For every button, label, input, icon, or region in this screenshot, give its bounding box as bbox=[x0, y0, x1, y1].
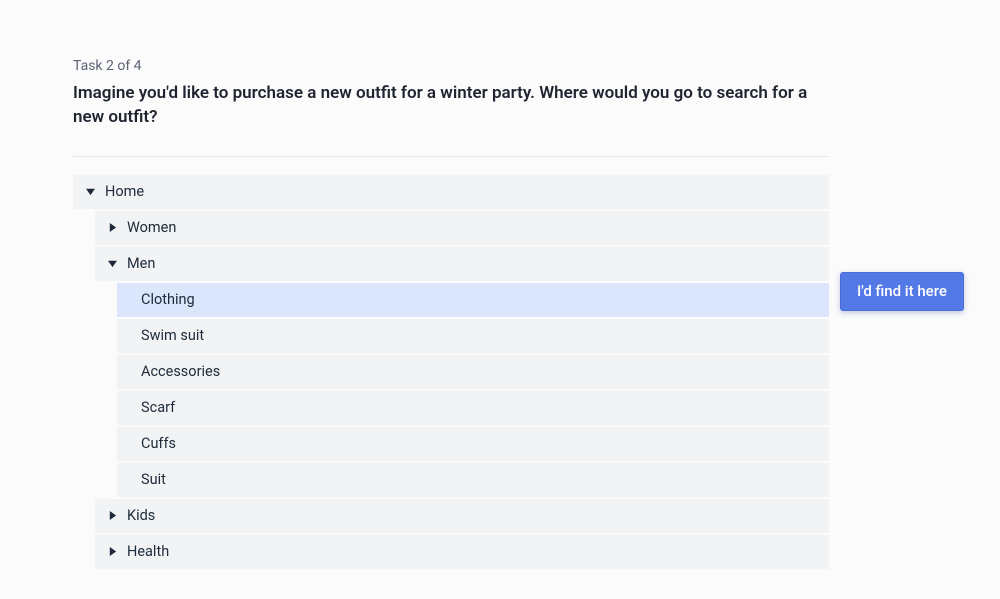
tree-item-scarf[interactable]: Scarf bbox=[117, 391, 829, 425]
tree-item-swimsuit[interactable]: Swim suit bbox=[117, 319, 829, 353]
tree-item-label: Men bbox=[127, 255, 155, 272]
find-it-here-button[interactable]: I'd find it here bbox=[840, 272, 964, 311]
tree-item-women[interactable]: Women bbox=[95, 211, 829, 245]
task-prompt: Imagine you'd like to purchase a new out… bbox=[73, 82, 829, 130]
caret-right-icon bbox=[105, 509, 119, 523]
tree-item-label: Kids bbox=[127, 507, 155, 524]
caret-down-icon bbox=[83, 185, 97, 199]
tree-item-label: Scarf bbox=[141, 399, 175, 416]
tree-item-kids[interactable]: Kids bbox=[95, 499, 829, 533]
tree-item-label: Clothing bbox=[141, 291, 195, 308]
navigation-tree: Home Women Men Clothing Swim suit bbox=[73, 175, 829, 569]
tree-item-cuffs[interactable]: Cuffs bbox=[117, 427, 829, 461]
caret-right-icon bbox=[105, 545, 119, 559]
tree-item-accessories[interactable]: Accessories bbox=[117, 355, 829, 389]
tree-item-health[interactable]: Health bbox=[95, 535, 829, 569]
caret-down-icon bbox=[105, 257, 119, 271]
tree-item-men[interactable]: Men bbox=[95, 247, 829, 281]
tree-item-home[interactable]: Home bbox=[73, 175, 829, 209]
tree-item-suit[interactable]: Suit bbox=[117, 463, 829, 497]
caret-right-icon bbox=[105, 221, 119, 235]
tree-item-label: Suit bbox=[141, 471, 166, 488]
tree-item-label: Swim suit bbox=[141, 327, 204, 344]
tree-item-label: Women bbox=[127, 219, 176, 236]
divider bbox=[73, 156, 829, 157]
tree-item-label: Home bbox=[105, 183, 144, 200]
tree-item-label: Cuffs bbox=[141, 435, 176, 452]
tree-item-label: Health bbox=[127, 543, 169, 560]
tree-item-clothing[interactable]: Clothing bbox=[117, 283, 829, 317]
tree-item-label: Accessories bbox=[141, 363, 220, 380]
task-counter: Task 2 of 4 bbox=[73, 58, 829, 74]
